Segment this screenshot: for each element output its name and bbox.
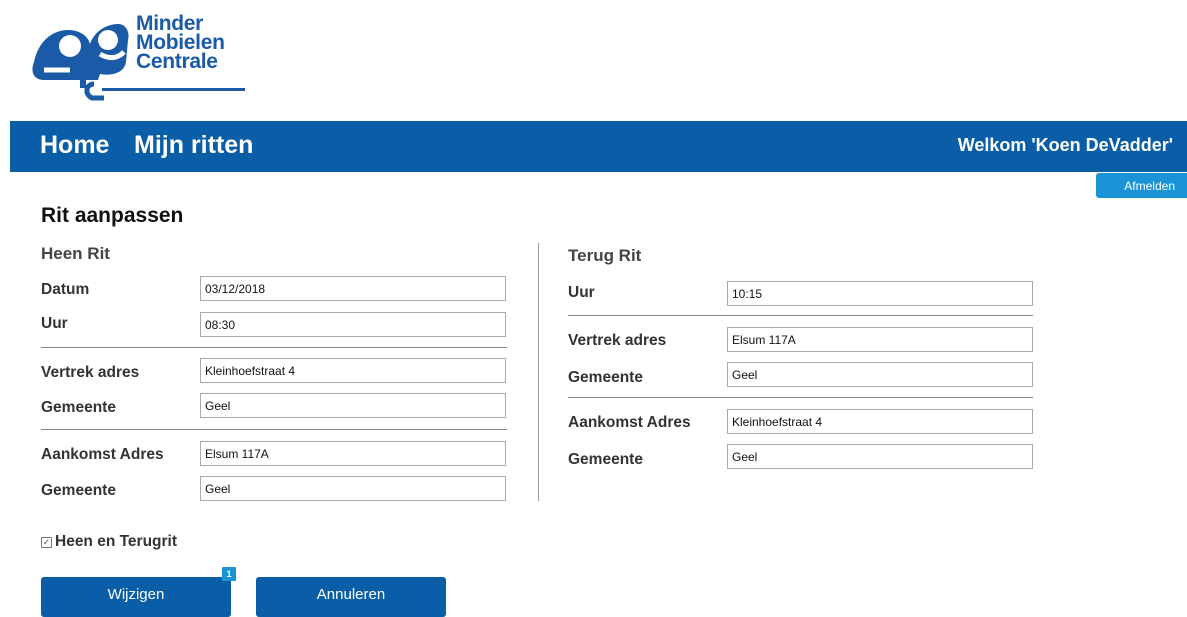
checkbox-label: Heen en Terugrit [55,533,178,550]
divider [41,347,507,348]
heen-aankomst-label: Aankomst Adres [41,446,164,463]
heen-vertrek-input[interactable] [200,358,506,383]
heen-en-terugrit-checkbox[interactable]: ✓ Heen en Terugrit [41,533,177,551]
navbar: Home Mijn ritten Welkom 'Koen DeVadder' [10,121,1187,172]
logo-graphic [32,24,129,101]
welcome-text: Welkom 'Koen DeVadder' [957,135,1173,155]
logo-underline [102,88,245,91]
logout-button[interactable]: Afmelden [1096,173,1187,198]
heen-gemeente2-label: Gemeente [41,482,116,499]
heen-gemeente1-label: Gemeente [41,399,116,416]
divider [41,429,507,430]
terug-vertrek-input[interactable] [727,327,1033,352]
logo-text: Minder Mobielen Centrale [136,13,225,73]
divider [568,315,1033,316]
terug-uur-label: Uur [568,284,595,301]
nav-mijn-ritten[interactable]: Mijn ritten [134,131,253,160]
terug-gemeente2-input[interactable] [727,444,1033,469]
terug-uur-input[interactable] [727,281,1033,306]
heen-gemeente2-input[interactable] [200,476,506,501]
nav-home[interactable]: Home [40,131,109,160]
terug-rit-title: Terug Rit [568,246,642,265]
terug-gemeente1-input[interactable] [727,362,1033,387]
heen-rit-title: Heen Rit [41,244,110,263]
heen-datum-input[interactable] [200,276,506,301]
logo-line-3: Centrale [136,50,218,73]
terug-gemeente2-label: Gemeente [568,451,643,468]
logo: Minder Mobielen Centrale [30,12,250,108]
heen-aankomst-input[interactable] [200,441,506,466]
page-title: Rit aanpassen [41,204,184,227]
terug-gemeente1-label: Gemeente [568,369,643,386]
heen-datum-label: Datum [41,281,90,298]
heen-vertrek-label: Vertrek adres [41,364,140,381]
wijzigen-button[interactable]: Wijzigen [41,577,231,617]
column-divider [538,243,539,501]
divider [568,397,1033,398]
heen-gemeente1-input[interactable] [200,393,506,418]
notification-badge: 1 [222,567,236,581]
terug-aankomst-label: Aankomst Adres [568,414,691,431]
checkbox-checked-icon[interactable]: ✓ [41,536,52,548]
heen-uur-input[interactable] [200,312,506,337]
heen-uur-label: Uur [41,315,68,332]
terug-aankomst-input[interactable] [727,409,1033,434]
annuleren-button[interactable]: Annuleren [256,577,446,617]
terug-vertrek-label: Vertrek adres [568,332,667,349]
